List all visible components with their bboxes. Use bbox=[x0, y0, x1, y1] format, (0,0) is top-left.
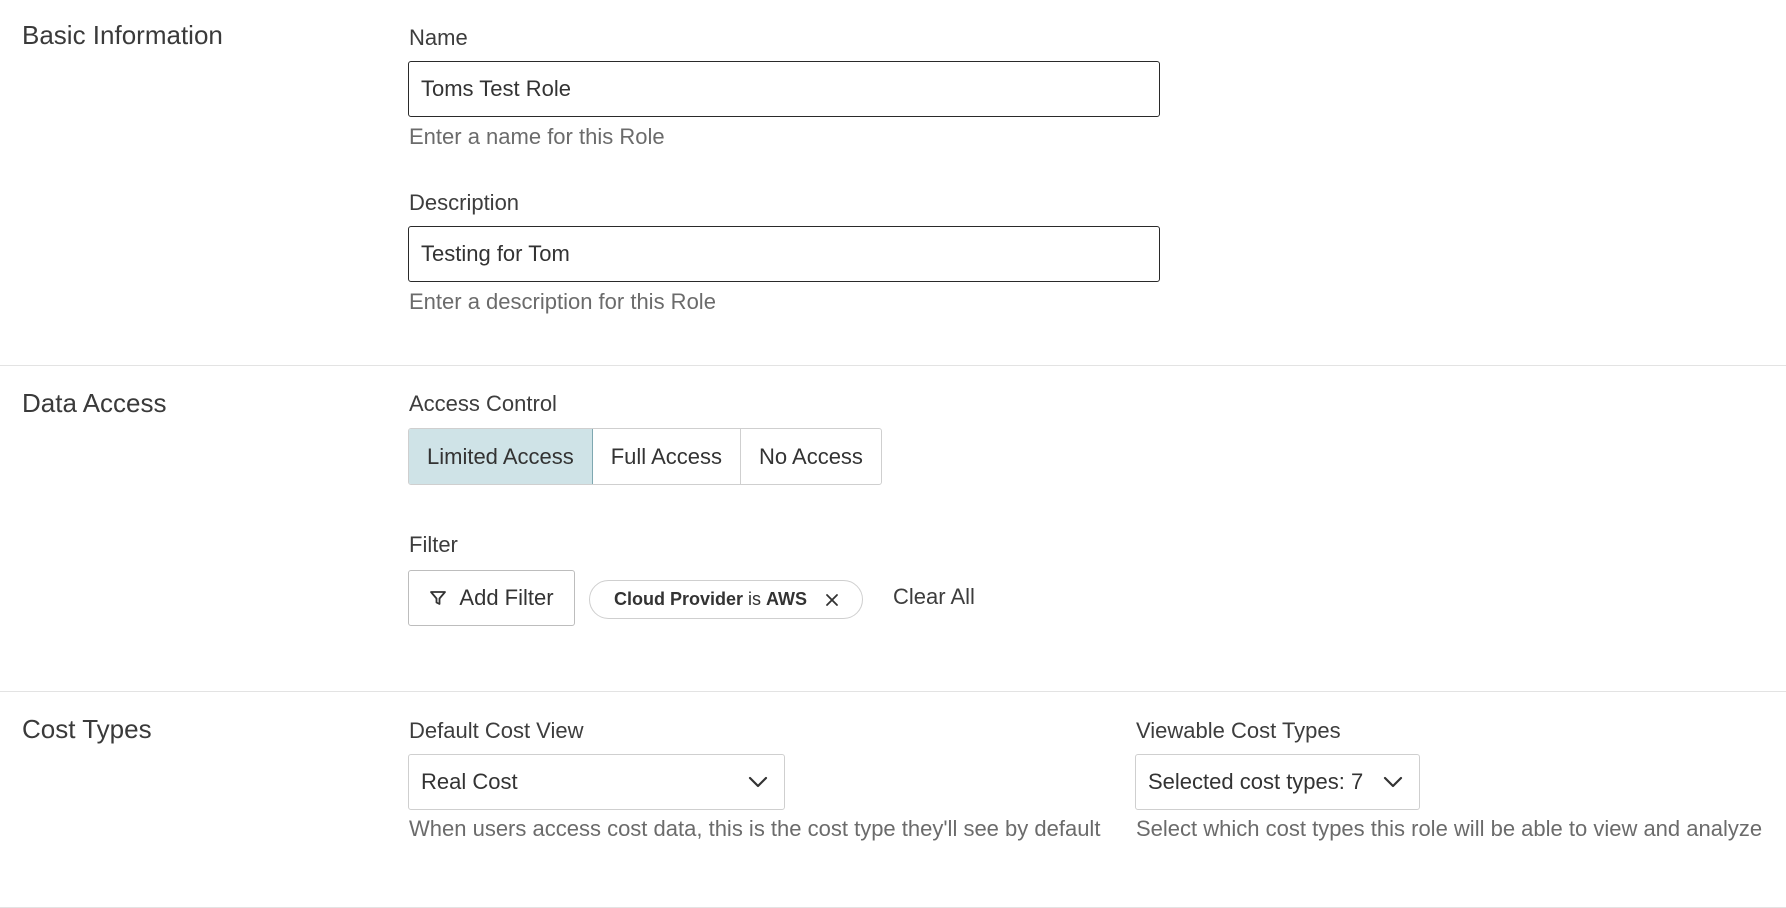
no-access-option[interactable]: No Access bbox=[741, 429, 881, 484]
limited-access-option[interactable]: Limited Access bbox=[408, 429, 593, 484]
access-control-segmented: Limited Access Full Access No Access bbox=[408, 428, 882, 485]
filter-chip-operator: is bbox=[748, 589, 762, 609]
filter-label: Filter bbox=[409, 532, 458, 557]
filter-chip-value: AWS bbox=[766, 589, 808, 609]
viewable-cost-types-value: Selected cost types: 7 bbox=[1148, 769, 1364, 794]
filter-funnel-icon bbox=[429, 589, 447, 607]
description-input[interactable]: Testing for Tom bbox=[408, 226, 1160, 282]
default-cost-view-help: When users access cost data, this is the… bbox=[409, 816, 1101, 841]
basic-information-section: Basic Information Name Toms Test Role En… bbox=[0, 0, 1786, 366]
filter-chip-field: Cloud Provider bbox=[614, 589, 744, 609]
section-title-cost-types: Cost Types bbox=[22, 714, 152, 744]
section-title-data-access: Data Access bbox=[22, 388, 167, 418]
add-filter-button[interactable]: Add Filter bbox=[408, 570, 575, 626]
access-control-label: Access Control bbox=[409, 391, 557, 416]
default-cost-view-value: Real Cost bbox=[421, 769, 518, 794]
add-filter-label: Add Filter bbox=[459, 585, 554, 610]
name-label: Name bbox=[409, 25, 468, 50]
description-label: Description bbox=[409, 190, 520, 215]
close-icon[interactable] bbox=[824, 592, 840, 608]
chevron-down-icon bbox=[1383, 776, 1403, 788]
clear-all-button[interactable]: Clear All bbox=[893, 584, 975, 610]
name-input[interactable]: Toms Test Role bbox=[408, 61, 1160, 117]
viewable-cost-types-label: Viewable Cost Types bbox=[1136, 718, 1341, 743]
default-cost-view-select[interactable]: Real Cost bbox=[408, 754, 785, 810]
data-access-section: Data Access Access Control Limited Acces… bbox=[0, 366, 1786, 692]
filter-chip: Cloud Provider is AWS bbox=[589, 580, 864, 619]
cost-types-section: Cost Types Default Cost View Real Cost W… bbox=[0, 692, 1786, 908]
description-help-text: Enter a description for this Role bbox=[409, 289, 716, 314]
default-cost-view-label: Default Cost View bbox=[409, 718, 584, 743]
full-access-option[interactable]: Full Access bbox=[593, 429, 741, 484]
name-help-text: Enter a name for this Role bbox=[409, 124, 665, 149]
viewable-cost-types-help: Select which cost types this role will b… bbox=[1136, 816, 1763, 841]
section-title-basic-information: Basic Information bbox=[22, 20, 223, 50]
chevron-down-icon bbox=[748, 776, 768, 788]
viewable-cost-types-select[interactable]: Selected cost types: 7 bbox=[1135, 754, 1420, 810]
